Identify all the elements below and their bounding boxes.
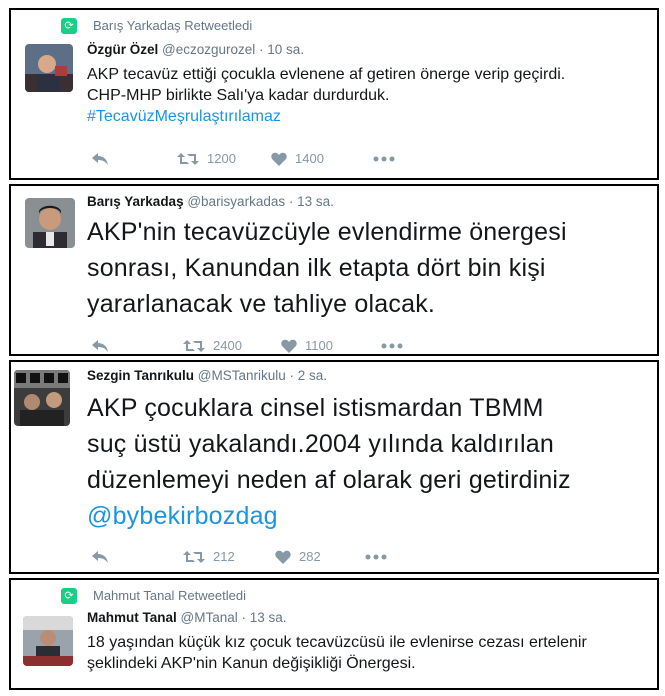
author-name[interactable]: Barış Yarkadaş [87, 194, 184, 209]
retweet-badge-icon: ⟳ [61, 18, 77, 34]
avatar[interactable] [14, 370, 70, 426]
tweet-card[interactable]: ⟳ Mahmut Tanal Retweetledi Mahmut Tanal … [9, 578, 659, 690]
more-icon [381, 343, 403, 349]
like-count: 282 [299, 549, 321, 565]
tweet-header: Barış Yarkadaş @barisyarkadas · 13 sa. [87, 194, 334, 209]
like-count: 1400 [295, 151, 324, 167]
retweet-icon [177, 152, 199, 165]
more-button[interactable] [365, 548, 387, 563]
retweet-button[interactable]: 2400 [183, 337, 242, 353]
reply-button[interactable] [91, 548, 109, 564]
retweet-count: 1200 [207, 151, 236, 167]
like-button[interactable]: 1100 [281, 337, 333, 353]
mention-link[interactable]: @bybekirbozdag [87, 498, 571, 534]
retweet-context[interactable]: Mahmut Tanal Retweetledi [93, 588, 246, 603]
more-button[interactable] [373, 150, 395, 165]
tweet-time[interactable]: · 2 sa. [290, 368, 328, 383]
tweet-text: AKP tecavüz ettiği çocukla evlenene af g… [87, 64, 565, 127]
tweet-time[interactable]: · 13 sa. [289, 194, 334, 209]
more-icon [373, 156, 395, 162]
author-handle[interactable]: @MTanal [181, 610, 238, 625]
retweet-context[interactable]: Barış Yarkadaş Retweetledi [93, 18, 252, 33]
tweet-card[interactable]: ⟳ Barış Yarkadaş Retweetledi Özgür Özel … [9, 8, 659, 180]
retweet-badge-icon: ⟳ [61, 588, 77, 604]
tweet-header: Sezgin Tanrıkulu @MSTanrikulu · 2 sa. [87, 368, 327, 383]
more-icon [365, 554, 387, 560]
tweet-text-line: CHP-MHP birlikte Salı'ya kadar durdurduk… [87, 87, 390, 104]
avatar[interactable] [25, 198, 75, 248]
retweet-icon [183, 339, 205, 352]
tweet-text: AKP çocuklara cinsel istismardan TBMM su… [87, 390, 571, 534]
tweet-text-line: AKP tecavüz ettiği çocukla evlenene af g… [87, 66, 566, 83]
avatar[interactable] [23, 616, 73, 666]
author-handle[interactable]: @MSTanrikulu [198, 368, 286, 383]
like-button[interactable]: 1400 [271, 150, 324, 166]
tweet-text: AKP'nin tecavüzcüyle evlendirme önergesi… [87, 214, 567, 322]
tweet-text-line: AKP'nin tecavüzcüyle evlendirme önergesi [87, 218, 567, 246]
reply-button[interactable] [91, 337, 109, 353]
retweet-count: 2400 [213, 338, 242, 354]
like-count: 1100 [305, 338, 333, 354]
tweet-time[interactable]: · 13 sa. [242, 610, 287, 625]
author-name[interactable]: Mahmut Tanal [87, 610, 177, 625]
avatar[interactable] [25, 44, 73, 92]
tweet-text-line: sonrası, Kanundan ilk etapta dört bin ki… [87, 254, 546, 282]
like-button[interactable]: 282 [275, 548, 321, 564]
author-name[interactable]: Özgür Özel [87, 42, 158, 57]
author-handle[interactable]: @barisyarkadas [187, 194, 285, 209]
more-button[interactable] [381, 337, 403, 352]
retweet-icon [183, 550, 205, 563]
heart-icon [275, 550, 291, 564]
tweet-header: Mahmut Tanal @MTanal · 13 sa. [87, 610, 287, 625]
heart-icon [271, 152, 287, 166]
retweet-count: 212 [213, 549, 235, 565]
tweet-text-line: AKP çocuklara cinsel istismardan TBMM [87, 394, 544, 422]
tweet-text-line: 18 yaşından küçük kız çocuk tecavüzcüsü … [87, 634, 587, 651]
tweet-text: 18 yaşından küçük kız çocuk tecavüzcüsü … [87, 632, 587, 674]
reply-icon [92, 152, 108, 165]
tweet-card[interactable]: Sezgin Tanrıkulu @MSTanrikulu · 2 sa. AK… [9, 360, 659, 574]
tweet-text-line: şeklindeki AKP'nin Kanun değişikliği Öne… [87, 655, 416, 672]
tweet-time[interactable]: · 10 sa. [259, 42, 304, 57]
author-name[interactable]: Sezgin Tanrıkulu [87, 368, 194, 383]
reply-icon [92, 339, 108, 352]
heart-icon [281, 339, 297, 353]
tweet-text-line: yararlanacak ve tahliye olacak. [87, 290, 436, 318]
tweet-card[interactable]: Barış Yarkadaş @barisyarkadas · 13 sa. A… [9, 184, 659, 356]
tweet-text-line: düzenlemeyi neden af olarak geri getirdi… [87, 466, 571, 494]
tweet-text-line: suç üstü yakalandı.2004 yılında kaldırıl… [87, 430, 555, 458]
retweet-button[interactable]: 1200 [177, 150, 236, 166]
retweet-button[interactable]: 212 [183, 548, 235, 564]
author-handle[interactable]: @eczozgurozel [162, 42, 255, 57]
reply-button[interactable] [91, 150, 109, 166]
reply-icon [92, 550, 108, 563]
hashtag-link[interactable]: #TecavüzMeşrulaştırılamaz [87, 106, 565, 127]
tweet-header: Özgür Özel @eczozgurozel · 10 sa. [87, 42, 304, 57]
